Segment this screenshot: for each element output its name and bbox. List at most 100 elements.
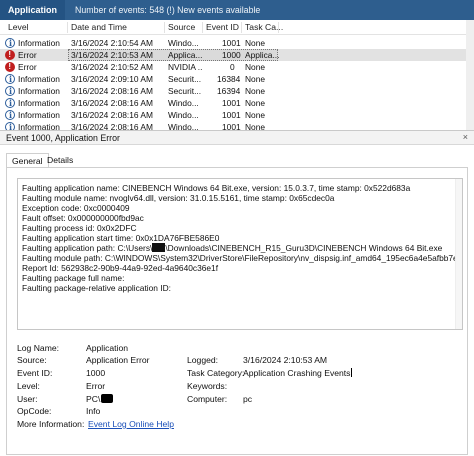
- user-value: PC\: [86, 394, 114, 404]
- description-scrollbar[interactable]: [455, 179, 462, 329]
- redacted-block: [101, 394, 114, 403]
- row-datetime: 3/16/2024 2:10:53 AM: [71, 50, 153, 60]
- task-category-label: Task Category:: [187, 368, 245, 378]
- row-level: Information: [18, 86, 60, 96]
- computer-label: Computer:: [187, 394, 228, 404]
- desc-line: Faulting module name: nvoglv64.dll, vers…: [22, 193, 335, 203]
- events-grid: Level Date and Time Source Event ID Task…: [0, 20, 474, 132]
- redacted-block: [152, 243, 166, 253]
- row-datetime: 3/16/2024 2:10:52 AM: [71, 62, 153, 72]
- information-icon: [5, 38, 15, 48]
- row-task: None: [245, 86, 266, 96]
- general-tab-content: Faulting application name: CINEBENCH Win…: [6, 167, 468, 455]
- level-label: Level:: [17, 381, 40, 391]
- source-label: Source:: [17, 355, 47, 365]
- desc-line: Faulting process id: 0x0x2DFC: [22, 223, 137, 233]
- row-source: Windo...: [168, 98, 199, 108]
- event-id-value: 1000: [86, 368, 106, 378]
- row-level: Information: [18, 38, 60, 48]
- opcode-value: Info: [86, 406, 101, 416]
- computer-value: pc: [243, 394, 253, 404]
- grid-scrollbar[interactable]: [466, 20, 474, 130]
- table-row-selected[interactable]: Error 3/16/2024 2:10:53 AM Applica... 10…: [0, 49, 474, 61]
- row-source: Securit...: [168, 86, 201, 96]
- row-datetime: 3/16/2024 2:08:16 AM: [71, 98, 153, 108]
- event-description[interactable]: Faulting application name: CINEBENCH Win…: [17, 178, 463, 330]
- log-title: Application: [0, 0, 65, 20]
- row-source: Windo...: [168, 38, 199, 48]
- desc-line: Faulting application start time: 0x0x1DA…: [22, 233, 220, 243]
- row-event-id: 16394: [217, 86, 241, 96]
- event-id-label: Event ID:: [17, 368, 53, 378]
- row-task: None: [245, 62, 266, 72]
- text-cursor: [351, 368, 353, 377]
- row-task: None: [245, 98, 266, 108]
- row-datetime: 3/16/2024 2:10:54 AM: [71, 38, 153, 48]
- table-row[interactable]: Error 3/16/2024 2:10:52 AM NVIDIA ... 0 …: [0, 61, 474, 73]
- event-title: Event 1000, Application Error: [6, 132, 120, 143]
- desc-line: Faulting module path: C:\WINDOWS\System3…: [22, 254, 458, 264]
- level-value: Error: [86, 381, 106, 391]
- row-level: Information: [18, 110, 60, 120]
- keywords-label: Keywords:: [187, 381, 228, 391]
- table-row[interactable]: Information 3/16/2024 2:10:54 AM Windo..…: [0, 37, 474, 49]
- error-icon: [5, 62, 15, 72]
- table-row[interactable]: Information 3/16/2024 2:08:16 AM Windo..…: [0, 97, 474, 109]
- row-task: None: [245, 110, 266, 120]
- event-viewer-header: Application Number of events: 548 (!) Ne…: [0, 0, 474, 20]
- col-source[interactable]: Source: [168, 22, 195, 32]
- information-icon: [5, 98, 15, 108]
- desc-line: Exception code: 0xc0000409: [22, 203, 130, 213]
- error-icon: [5, 50, 15, 60]
- table-row[interactable]: Information 3/16/2024 2:08:16 AM Windo..…: [0, 109, 474, 121]
- row-level: Information: [18, 74, 60, 84]
- task-category-text: Application Crashing Events: [243, 368, 351, 378]
- row-source: Applica...: [168, 50, 202, 60]
- col-event-id[interactable]: Event ID: [206, 22, 239, 32]
- row-task: None: [245, 38, 266, 48]
- desc-line: Faulting package-relative application ID…: [22, 284, 171, 294]
- desc-line: Faulting application name: CINEBENCH Win…: [22, 184, 411, 193]
- event-title-bar: Event 1000, Application Error ×: [0, 131, 474, 145]
- logged-value: 3/16/2024 2:10:53 AM: [243, 355, 328, 365]
- event-log-online-help-link[interactable]: Event Log Online Help: [88, 419, 174, 429]
- close-icon[interactable]: ×: [463, 132, 468, 142]
- information-icon: [5, 74, 15, 84]
- row-task: None: [245, 74, 266, 84]
- desc-line: Faulting package full name:: [22, 274, 125, 284]
- desc-line: Report Id: 562938c2-90b9-44a9-92ed-4a964…: [22, 264, 219, 274]
- row-source: Securit...: [168, 74, 201, 84]
- desc-line-path: Faulting application path: C:\Users\ \Dow…: [22, 243, 458, 254]
- desc-line: Fault offset: 0x000000000fbd9ac: [22, 213, 144, 223]
- desc-path-part1: Faulting application path: C:\Users\: [22, 243, 153, 254]
- information-icon: [5, 86, 15, 96]
- events-count-info: Number of events: 548 (!) New events ava…: [75, 5, 261, 15]
- row-source: Windo...: [168, 110, 199, 120]
- table-row[interactable]: Information 3/16/2024 2:09:10 AM Securit…: [0, 73, 474, 85]
- row-source: NVIDIA ...: [168, 62, 202, 72]
- col-level[interactable]: Level: [8, 22, 29, 32]
- opcode-label: OpCode:: [17, 406, 52, 416]
- row-level: Information: [18, 98, 60, 108]
- row-datetime: 3/16/2024 2:08:16 AM: [71, 86, 153, 96]
- log-name-value: Application: [86, 343, 129, 353]
- row-event-id: 1001: [222, 110, 241, 120]
- event-details-panel: Event 1000, Application Error × General …: [0, 130, 474, 456]
- logged-label: Logged:: [187, 355, 219, 365]
- information-icon: [5, 110, 15, 120]
- row-level: Error: [18, 50, 37, 60]
- task-category-value: Application Crashing Events: [243, 368, 353, 378]
- tab-details[interactable]: Details: [42, 153, 78, 168]
- user-label: User:: [17, 394, 38, 404]
- col-date-time[interactable]: Date and Time: [71, 22, 127, 32]
- log-name-label: Log Name:: [17, 343, 60, 353]
- table-row[interactable]: Information 3/16/2024 2:08:16 AM Securit…: [0, 85, 474, 97]
- row-datetime: 3/16/2024 2:09:10 AM: [71, 74, 153, 84]
- row-level: Error: [18, 62, 37, 72]
- row-event-id: 1000: [222, 50, 241, 60]
- row-event-id: 16384: [217, 74, 241, 84]
- row-datetime: 3/16/2024 2:08:16 AM: [71, 110, 153, 120]
- row-event-id: 0: [230, 62, 235, 72]
- more-info-label: More Information:: [17, 419, 85, 429]
- row-event-id: 1001: [222, 38, 241, 48]
